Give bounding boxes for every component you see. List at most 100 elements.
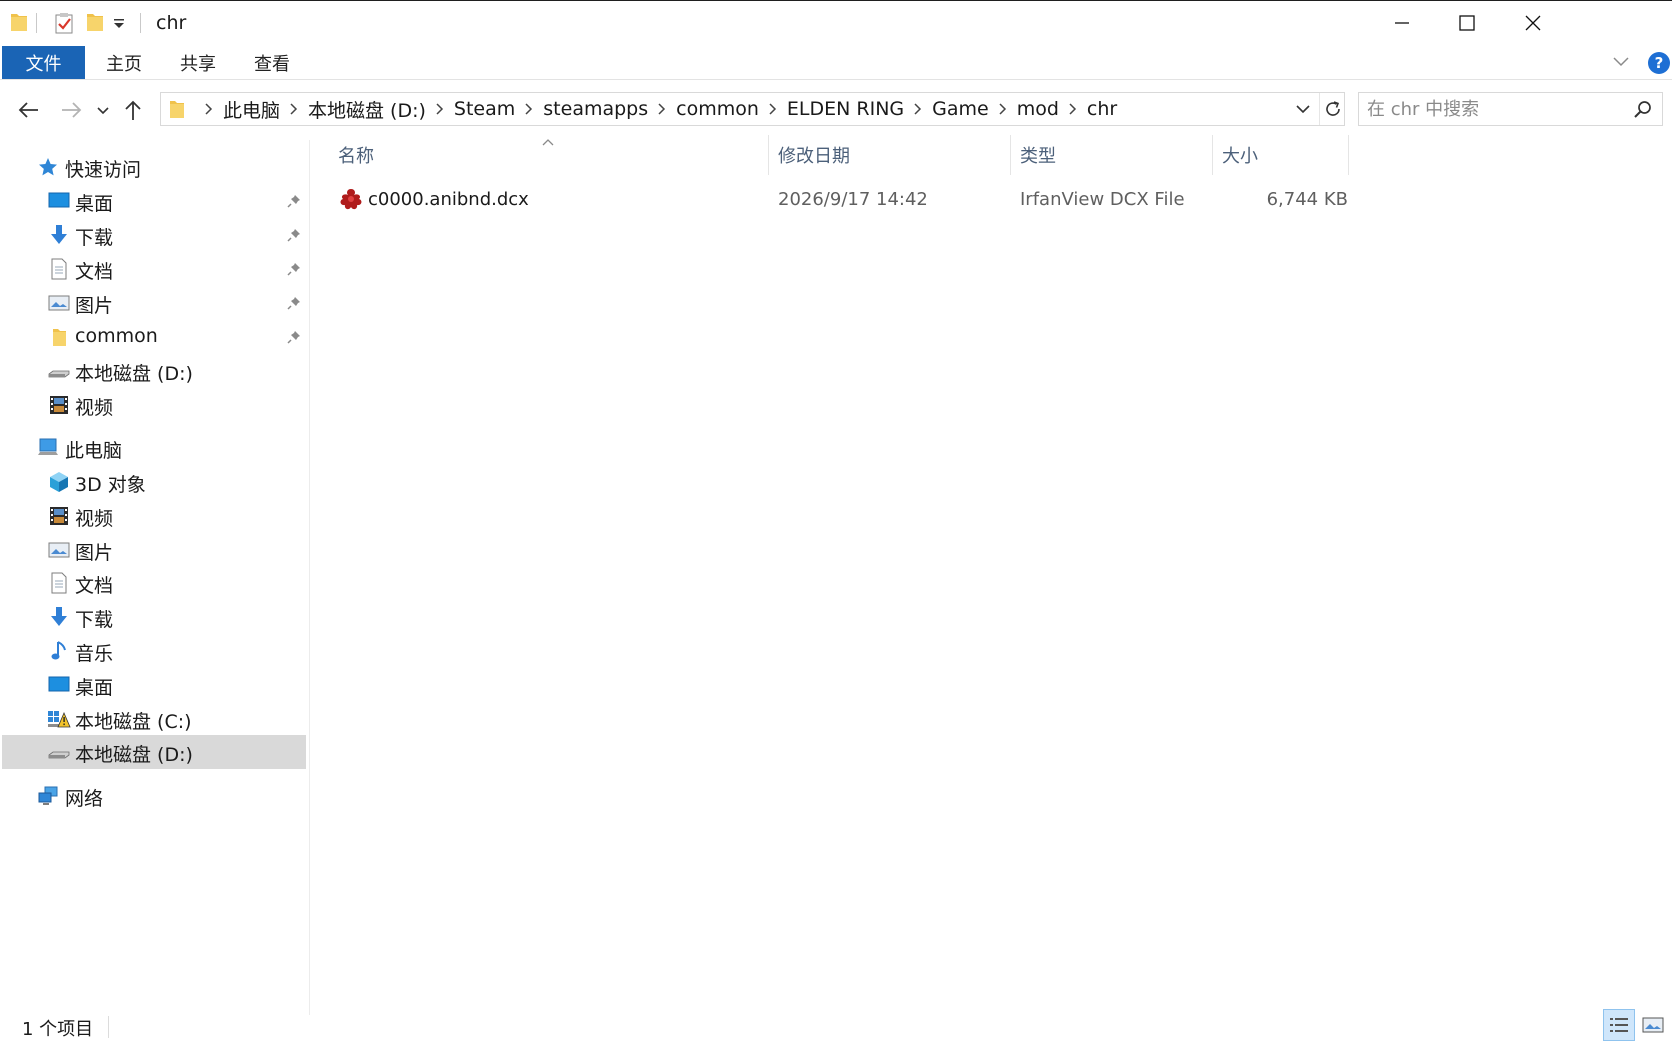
minimize-button[interactable] <box>1372 1 1432 45</box>
sidebar-item-label: 图片 <box>75 542 114 564</box>
chevron-right-icon[interactable] <box>759 103 787 115</box>
breadcrumb-common[interactable]: common <box>676 98 759 120</box>
column-divider[interactable] <box>1348 135 1349 175</box>
tab-home[interactable]: 主页 <box>92 46 156 79</box>
sidebar-item-documents[interactable]: 文档 <box>2 252 306 286</box>
sidebar-item-downloads[interactable]: 下载 <box>2 218 306 252</box>
recent-locations-button[interactable] <box>94 96 112 124</box>
sidebar-item-desktop[interactable]: 桌面 <box>2 184 306 218</box>
refresh-icon[interactable] <box>1319 93 1345 125</box>
sidebar-item-label: 3D 对象 <box>75 474 146 496</box>
breadcrumb-mod[interactable]: mod <box>1017 98 1059 120</box>
search-input[interactable] <box>1367 97 1627 121</box>
sidebar-item-drive-d[interactable]: 本地磁盘 (D:) <box>2 735 306 769</box>
file-modified: 2026/9/17 14:42 <box>778 189 928 210</box>
breadcrumb-chr[interactable]: chr <box>1087 98 1117 120</box>
column-divider[interactable] <box>1010 135 1011 175</box>
sidebar-item-label: 桌面 <box>75 193 114 215</box>
folder-icon <box>47 325 71 349</box>
column-header-name[interactable]: 名称 <box>338 135 374 175</box>
sidebar-item-network[interactable]: 网络 <box>2 779 306 813</box>
breadcrumb-game[interactable]: Game <box>932 98 989 120</box>
sidebar-item-quick-access[interactable]: 快速访问 <box>2 150 306 184</box>
up-button[interactable] <box>118 96 148 124</box>
pin-icon[interactable] <box>286 295 302 311</box>
file-name[interactable]: c0000.anibnd.dcx <box>368 189 529 210</box>
breadcrumb-steamapps[interactable]: steamapps <box>543 98 648 120</box>
large-icons-view-button[interactable] <box>1637 1009 1669 1041</box>
windows-drive-warning-icon <box>47 707 71 731</box>
download-arrow-icon <box>47 223 71 247</box>
column-divider[interactable] <box>768 135 769 175</box>
column-header-type[interactable]: 类型 <box>1020 135 1056 175</box>
tab-view[interactable]: 查看 <box>240 46 304 79</box>
chevron-right-icon[interactable] <box>1059 103 1087 115</box>
sidebar-item-label: 快速访问 <box>65 159 142 181</box>
title-separator <box>140 13 141 33</box>
pin-icon[interactable] <box>286 261 302 277</box>
address-history-chevron-down-icon[interactable] <box>1295 101 1311 122</box>
chevron-right-icon[interactable] <box>648 103 676 115</box>
sidebar-item-label: 文档 <box>75 261 114 283</box>
sidebar-item-videos[interactable]: 视频 <box>2 499 306 533</box>
chevron-right-icon[interactable] <box>426 103 454 115</box>
sidebar-item-this-pc[interactable]: 此电脑 <box>2 431 306 465</box>
pin-icon[interactable] <box>286 193 302 209</box>
breadcrumb-drive-d[interactable]: 本地磁盘 (D:) <box>308 96 426 123</box>
sidebar-item-drive-d-quick[interactable]: 本地磁盘 (D:) <box>2 354 306 388</box>
new-folder-icon[interactable] <box>86 12 104 32</box>
title-bar: chr <box>0 0 1672 44</box>
sidebar-divider[interactable] <box>309 140 310 1015</box>
search-box[interactable] <box>1358 92 1663 126</box>
properties-icon[interactable] <box>54 12 74 34</box>
close-button[interactable] <box>1503 1 1563 45</box>
tab-share[interactable]: 共享 <box>166 46 230 79</box>
chevron-right-icon[interactable] <box>515 103 543 115</box>
download-arrow-icon <box>47 605 71 629</box>
sidebar-item-desktop-pc[interactable]: 桌面 <box>2 668 306 702</box>
sidebar-item-label: 桌面 <box>75 677 114 699</box>
video-icon <box>47 504 71 528</box>
sidebar-item-label: 下载 <box>75 609 114 631</box>
pin-icon[interactable] <box>286 329 302 345</box>
sidebar-item-pictures[interactable]: 图片 <box>2 286 306 320</box>
breadcrumb-elden-ring[interactable]: ELDEN RING <box>787 98 904 120</box>
chevron-right-icon[interactable] <box>280 103 308 115</box>
column-header-modified[interactable]: 修改日期 <box>778 135 850 175</box>
help-icon[interactable]: ? <box>1648 52 1670 74</box>
sidebar-item-music[interactable]: 音乐 <box>2 634 306 668</box>
sidebar-item-label: 图片 <box>75 295 114 317</box>
video-icon <box>47 393 71 417</box>
chevron-right-icon[interactable] <box>989 103 1017 115</box>
chevron-right-icon[interactable] <box>904 103 932 115</box>
expand-ribbon-icon[interactable] <box>1612 52 1630 75</box>
sidebar-item-pictures-pc[interactable]: 图片 <box>2 533 306 567</box>
cube-icon <box>47 470 71 494</box>
sidebar-item-3d-objects[interactable]: 3D 对象 <box>2 465 306 499</box>
picture-icon <box>47 538 71 562</box>
tab-file[interactable]: 文件 <box>2 46 85 79</box>
sidebar-item-videos-quick[interactable]: 视频 <box>2 388 306 422</box>
column-divider[interactable] <box>1212 135 1213 175</box>
network-icon <box>36 784 60 808</box>
search-icon[interactable] <box>1633 99 1653 124</box>
file-row[interactable]: c0000.anibnd.dcx 2026/9/17 14:42 IrfanVi… <box>330 183 1348 217</box>
forward-button[interactable] <box>56 96 86 124</box>
maximize-button[interactable] <box>1437 1 1497 45</box>
chevron-right-icon[interactable] <box>195 103 223 115</box>
sidebar-item-drive-c[interactable]: 本地磁盘 (C:) <box>2 702 306 736</box>
customize-toolbar-icon[interactable] <box>112 18 126 30</box>
desktop-icon <box>47 673 71 697</box>
document-icon <box>47 571 71 595</box>
sidebar-item-common[interactable]: common <box>2 320 306 354</box>
sidebar-item-downloads-pc[interactable]: 下载 <box>2 600 306 634</box>
column-header-size[interactable]: 大小 <box>1222 135 1258 175</box>
sidebar-item-label: 文档 <box>75 575 114 597</box>
details-view-button[interactable] <box>1603 1009 1635 1041</box>
breadcrumb-steam[interactable]: Steam <box>454 98 515 120</box>
breadcrumb-this-pc[interactable]: 此电脑 <box>223 96 280 123</box>
sidebar-item-documents-pc[interactable]: 文档 <box>2 566 306 600</box>
address-bar[interactable]: 此电脑 本地磁盘 (D:) Steam steamapps common ELD… <box>160 92 1345 126</box>
back-button[interactable] <box>14 96 44 124</box>
pin-icon[interactable] <box>286 227 302 243</box>
